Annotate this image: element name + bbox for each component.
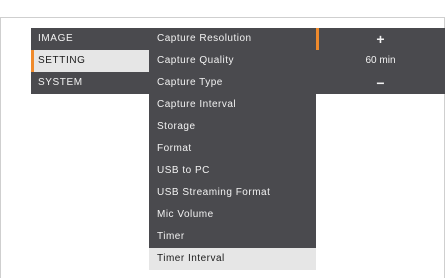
settings-item-timer[interactable]: Timer bbox=[149, 226, 316, 248]
decrease-button[interactable]: − bbox=[316, 72, 445, 94]
settings-item-format[interactable]: Format bbox=[149, 138, 316, 160]
plus-icon: + bbox=[376, 31, 385, 47]
settings-item-usb-streaming-format[interactable]: USB Streaming Format bbox=[149, 182, 316, 204]
frame-left-border bbox=[0, 17, 1, 278]
top-bar bbox=[0, 0, 445, 18]
settings-item-storage[interactable]: Storage bbox=[149, 116, 316, 138]
settings-submenu: Capture Resolution Capture Quality Captu… bbox=[149, 28, 316, 270]
main-menu: IMAGE SETTING SYSTEM bbox=[31, 28, 149, 94]
settings-item-capture-quality[interactable]: Capture Quality bbox=[149, 50, 316, 72]
settings-item-mic-volume[interactable]: Mic Volume bbox=[149, 204, 316, 226]
menu-item-image[interactable]: IMAGE bbox=[31, 28, 149, 50]
settings-item-capture-type[interactable]: Capture Type bbox=[149, 72, 316, 94]
menu-item-system[interactable]: SYSTEM bbox=[31, 72, 149, 94]
value-panel: + 60 min − bbox=[316, 28, 445, 94]
settings-item-timer-interval[interactable]: Timer Interval bbox=[149, 248, 316, 270]
increase-button[interactable]: + bbox=[316, 28, 445, 50]
settings-item-capture-resolution[interactable]: Capture Resolution bbox=[149, 28, 316, 50]
current-value: 60 min bbox=[316, 50, 445, 72]
minus-icon: − bbox=[376, 75, 385, 91]
menu-item-setting[interactable]: SETTING bbox=[31, 50, 149, 72]
settings-item-usb-to-pc[interactable]: USB to PC bbox=[149, 160, 316, 182]
settings-item-capture-interval[interactable]: Capture Interval bbox=[149, 94, 316, 116]
